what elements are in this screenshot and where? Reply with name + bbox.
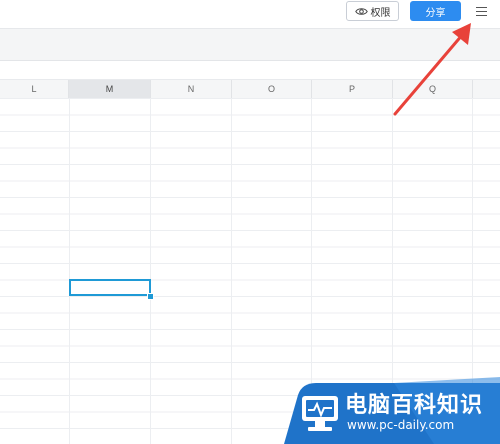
permission-label: 权限 — [370, 7, 391, 19]
column-header-l[interactable]: L — [0, 80, 69, 98]
column-header-q[interactable]: Q — [393, 80, 473, 98]
grid-line — [231, 98, 232, 444]
permission-button[interactable]: 权限 — [346, 1, 399, 21]
column-header-o[interactable]: O — [232, 80, 312, 98]
column-header-row: L M N O P Q — [0, 79, 500, 99]
toolbar — [0, 29, 500, 61]
top-bar: 权限 分享 — [0, 0, 500, 29]
watermark-logo: 电脑百科知识 www.pc-daily.com — [284, 377, 500, 444]
column-header-n[interactable]: N — [151, 80, 232, 98]
grid-line — [69, 98, 70, 444]
share-button[interactable]: 分享 — [410, 1, 461, 21]
watermark-title: 电脑百科知识 — [345, 392, 484, 417]
grid-line — [150, 98, 151, 444]
column-header-m[interactable]: M — [69, 80, 151, 98]
selected-cell[interactable] — [69, 279, 151, 296]
fill-handle[interactable] — [147, 293, 154, 300]
eye-icon — [354, 7, 368, 15]
watermark-url: www.pc-daily.com — [347, 418, 455, 432]
column-header-p[interactable]: P — [312, 80, 393, 98]
menu-icon[interactable] — [473, 2, 491, 20]
